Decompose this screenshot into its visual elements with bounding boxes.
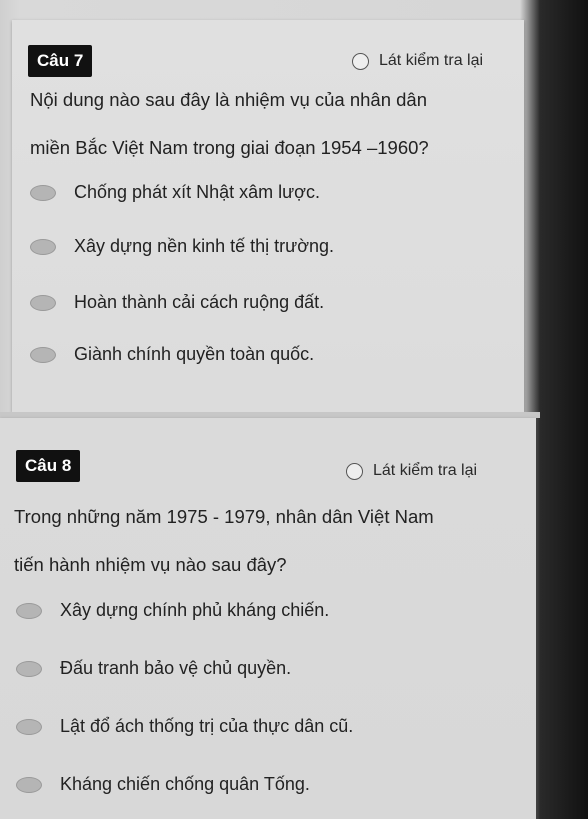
option-label: Hoàn thành cải cách ruộng đất. (74, 292, 325, 312)
question-7-text-line1: Nội dung nào sau đây là nhiệm vụ của nhâ… (30, 89, 428, 110)
question-8-option-a[interactable]: Xây dựng chính phủ kháng chiến. (16, 600, 329, 621)
question-8-text-line1: Trong những năm 1975 - 1979, nhân dân Vi… (14, 506, 434, 527)
radio-icon[interactable] (30, 346, 56, 363)
radio-icon[interactable] (16, 718, 42, 735)
review-later-label-8: Lát kiểm tra lại (373, 462, 478, 479)
option-label: Lật đổ ách thống trị của thực dân cũ. (60, 716, 354, 736)
option-label: Xây dựng nền kinh tế thị trường. (74, 236, 335, 256)
option-label: Giành chính quyền toàn quốc. (74, 344, 315, 364)
question-7-text-line2: miền Bắc Việt Nam trong giai đoạn 1954 –… (30, 137, 429, 158)
radio-icon[interactable] (16, 776, 42, 793)
question-7-option-d[interactable]: Giành chính quyền toàn quốc. (30, 344, 314, 365)
question-8-text-line2: tiến hành nhiệm vụ nào sau đây? (14, 554, 287, 575)
radio-icon[interactable] (16, 602, 42, 619)
option-label: Xây dựng chính phủ kháng chiến. (60, 600, 330, 620)
radio-icon[interactable] (30, 238, 56, 255)
question-7-option-c[interactable]: Hoàn thành cải cách ruộng đất. (30, 292, 324, 313)
question-8-option-c[interactable]: Lật đổ ách thống trị của thực dân cũ. (16, 716, 353, 737)
review-checkbox-icon[interactable] (346, 462, 363, 480)
radio-icon[interactable] (16, 660, 42, 677)
review-later-label-7: Lát kiểm tra lại (379, 52, 484, 69)
option-label: Kháng chiến chống quân Tống. (60, 774, 310, 794)
question-7-option-b[interactable]: Xây dựng nền kinh tế thị trường. (30, 236, 334, 257)
question-7-text: Nội dung nào sau đây là nhiệm vụ của nhâ… (30, 76, 429, 172)
question-8-option-b[interactable]: Đấu tranh bảo vệ chủ quyền. (16, 658, 291, 679)
review-later-toggle-7[interactable]: Lát kiểm tra lại (352, 52, 483, 70)
radio-icon[interactable] (30, 184, 56, 201)
option-label: Chống phát xít Nhật xâm lược. (74, 182, 320, 202)
question-8-badge: Câu 8 (16, 450, 81, 482)
review-later-toggle-8[interactable]: Lát kiểm tra lại (346, 462, 477, 480)
quiz-page: Câu 7 Lát kiểm tra lại Nội dung nào sau … (0, 0, 588, 819)
option-label: Đấu tranh bảo vệ chủ quyền. (60, 658, 292, 678)
review-checkbox-icon[interactable] (352, 52, 369, 70)
question-8-text: Trong những năm 1975 - 1979, nhân dân Vi… (14, 493, 434, 589)
question-7-option-a[interactable]: Chống phát xít Nhật xâm lược. (30, 182, 320, 203)
question-8-option-d[interactable]: Kháng chiến chống quân Tống. (16, 774, 310, 795)
radio-icon[interactable] (30, 294, 56, 311)
question-7-badge: Câu 7 (28, 45, 93, 77)
